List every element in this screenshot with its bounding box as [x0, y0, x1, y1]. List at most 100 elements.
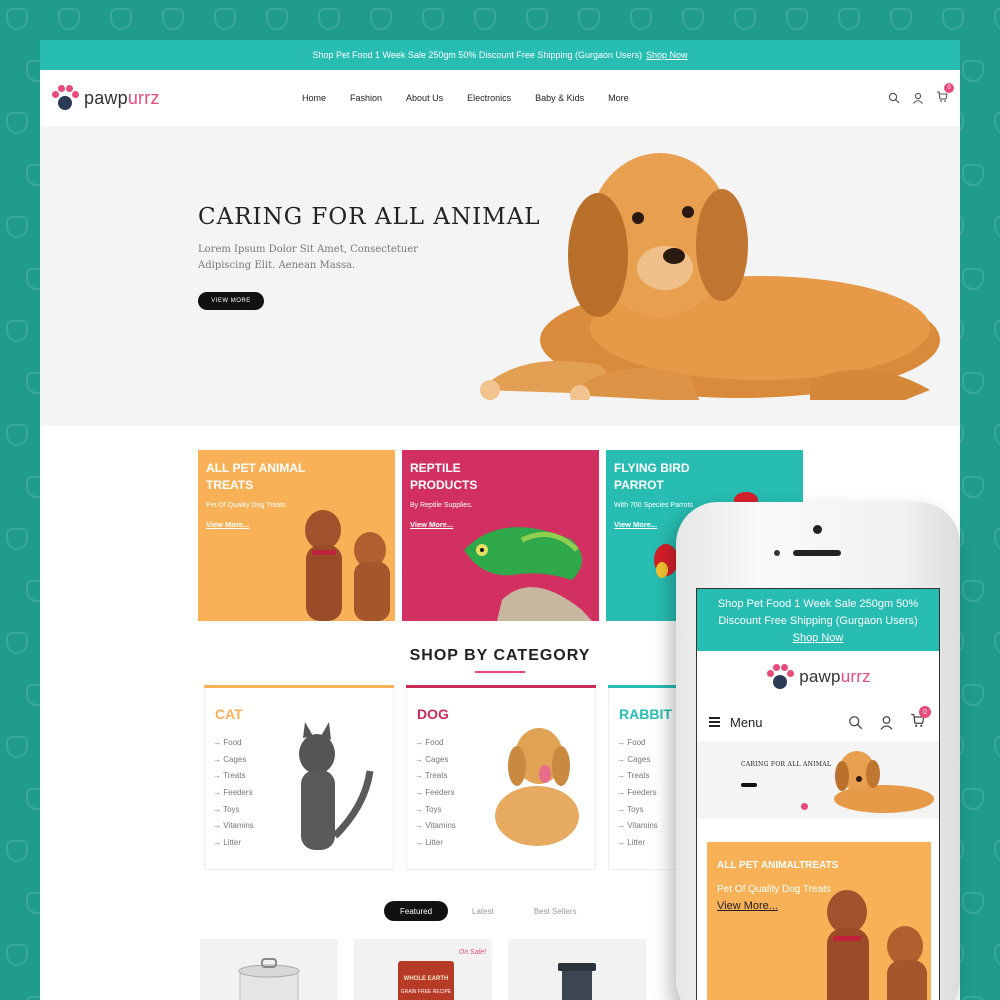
- mobile-promo-card[interactable]: ALL PET ANIMALTREATS Pet Of Quality Dog …: [707, 842, 931, 1000]
- bag-recipe-text: GRAIN FREE RECIPE: [400, 989, 452, 995]
- pattern-tile: [962, 268, 984, 290]
- pattern-tile: [6, 840, 28, 862]
- menu-item-home[interactable]: Home: [302, 93, 326, 103]
- menu-item-electronics[interactable]: Electronics: [467, 93, 511, 103]
- announcement-bar: Shop Pet Food 1 Week Sale 250gm 50% Disc…: [40, 40, 960, 70]
- pattern-tile: [962, 580, 984, 602]
- pattern-tile: [6, 944, 28, 966]
- dogs-image: [827, 890, 927, 1000]
- pattern-tile: [6, 320, 28, 342]
- pattern-tile: [962, 164, 984, 186]
- category-card-dog[interactable]: DOG → Food → Cages → Treats → Feeders → …: [406, 685, 596, 870]
- product-card[interactable]: [200, 939, 338, 1000]
- category-links: → Food → Cages → Treats → Feeders → Toys…: [617, 738, 658, 855]
- paw-logo-icon: [50, 84, 80, 112]
- shop-now-link[interactable]: Shop Now: [646, 50, 688, 60]
- pattern-tile: [994, 632, 1000, 654]
- category-link[interactable]: → Toys: [617, 805, 658, 822]
- pattern-tile: [6, 112, 28, 134]
- pattern-tile: [734, 8, 756, 30]
- slider-dot[interactable]: [801, 803, 808, 810]
- pattern-tile: [994, 840, 1000, 862]
- pattern-tile: [6, 736, 28, 758]
- pattern-tile: [994, 320, 1000, 342]
- hamburger-icon[interactable]: [709, 717, 720, 727]
- golden-retriever-image: [495, 728, 579, 846]
- category-card-cat[interactable]: CAT → Food → Cages → Treats → Feeders → …: [204, 685, 394, 870]
- user-icon[interactable]: [879, 715, 894, 730]
- pattern-tile: [58, 8, 80, 30]
- pattern-tile: [6, 8, 28, 30]
- pattern-tile: [6, 424, 28, 446]
- pattern-tile: [682, 8, 704, 30]
- category-link[interactable]: → Cages: [617, 755, 658, 772]
- pattern-tile: [578, 8, 600, 30]
- menu-item-baby-kids[interactable]: Baby & Kids: [535, 93, 584, 103]
- mobile-shop-now-link[interactable]: Shop Now: [793, 632, 844, 644]
- logo[interactable]: pawpurrz: [50, 84, 160, 112]
- menu-item-more[interactable]: More: [608, 93, 629, 103]
- view-more-button[interactable]: VIEW MORE: [198, 292, 264, 310]
- pattern-tile: [962, 996, 984, 1000]
- promo-banner-reptile[interactable]: REPTILE PRODUCTS By Reptile Supplies. Vi…: [402, 450, 599, 621]
- pattern-tile: [838, 8, 860, 30]
- mobile-hero-button[interactable]: [741, 783, 757, 787]
- pattern-tile: [6, 216, 28, 238]
- food-canister-image: [238, 958, 300, 1000]
- tab-best-sellers[interactable]: Best Sellers: [518, 901, 593, 921]
- mobile-logo[interactable]: pawpurrz: [697, 651, 939, 703]
- mobile-menu-bar: Menu 0: [697, 703, 939, 741]
- cart-count-badge: 0: [919, 706, 931, 718]
- pattern-tile: [630, 8, 652, 30]
- mobile-menu-label[interactable]: Menu: [730, 715, 763, 730]
- user-icon[interactable]: [912, 92, 924, 104]
- category-link[interactable]: → Vitamins: [617, 821, 658, 838]
- chameleon-image: [464, 527, 592, 621]
- pattern-tile: [526, 8, 548, 30]
- pattern-tile: [6, 528, 28, 550]
- category-link[interactable]: → Litter: [617, 838, 658, 855]
- promo-banner-treats[interactable]: ALL PET ANIMAL TREATS Pet Of Quality Dog…: [198, 450, 395, 621]
- cart-count-badge: 0: [944, 83, 954, 93]
- cart-button[interactable]: 0: [936, 83, 954, 107]
- tab-featured[interactable]: Featured: [384, 901, 449, 921]
- pattern-tile: [962, 476, 984, 498]
- brand-name: pawpurrz: [84, 87, 160, 108]
- pattern-tile: [6, 632, 28, 654]
- search-icon[interactable]: [888, 92, 900, 104]
- product-tabs: Featured Latest Best Sellers: [384, 901, 593, 921]
- category-link[interactable]: → Feeders: [617, 788, 658, 805]
- announcement-text: Shop Pet Food 1 Week Sale 250gm 50% Disc…: [312, 50, 642, 60]
- pattern-tile: [370, 8, 392, 30]
- feeder-image: [558, 963, 596, 1000]
- category-link[interactable]: → Treats: [617, 771, 658, 788]
- header-icons: 0: [888, 83, 954, 107]
- menu-item-fashion[interactable]: Fashion: [350, 93, 382, 103]
- title-underline: [475, 671, 525, 673]
- mobile-hero: CARING FOR ALL ANIMAL: [697, 741, 939, 819]
- mobile-screen: Shop Pet Food 1 Week Sale 250gm 50% Disc…: [696, 588, 940, 1000]
- product-card[interactable]: [508, 939, 646, 1000]
- pattern-tile: [162, 8, 184, 30]
- menu-item-about-us[interactable]: About Us: [406, 93, 443, 103]
- bag-brand-text: WHOLE EARTH: [403, 976, 449, 982]
- pattern-tile: [962, 372, 984, 394]
- hero-subtitle: Lorem Ipsum Dolor Sit Amet, Consectetuer…: [198, 244, 418, 271]
- product-card[interactable]: On Sale! WHOLE EARTH GRAIN FREE RECIPE: [354, 939, 492, 1000]
- paw-logo-icon: [765, 663, 795, 691]
- pattern-tile: [474, 8, 496, 30]
- pattern-tile: [110, 8, 132, 30]
- pattern-tile: [890, 8, 912, 30]
- pattern-tile: [422, 8, 444, 30]
- category-link[interactable]: → Food: [617, 738, 658, 755]
- tab-latest[interactable]: Latest: [456, 901, 510, 921]
- mobile-cart-button[interactable]: 0: [910, 706, 931, 732]
- pattern-tile: [786, 8, 808, 30]
- search-icon[interactable]: [848, 715, 863, 730]
- pattern-tile: [994, 528, 1000, 550]
- hero-banner: CARING FOR ALL ANIMAL Lorem Ipsum Dolor …: [40, 126, 960, 426]
- pattern-tile: [942, 8, 964, 30]
- sensor-dot: [774, 550, 780, 556]
- main-menu: Home Fashion About Us Electronics Baby &…: [302, 93, 629, 103]
- product-grid: On Sale! WHOLE EARTH GRAIN FREE RECIPE: [200, 939, 646, 1000]
